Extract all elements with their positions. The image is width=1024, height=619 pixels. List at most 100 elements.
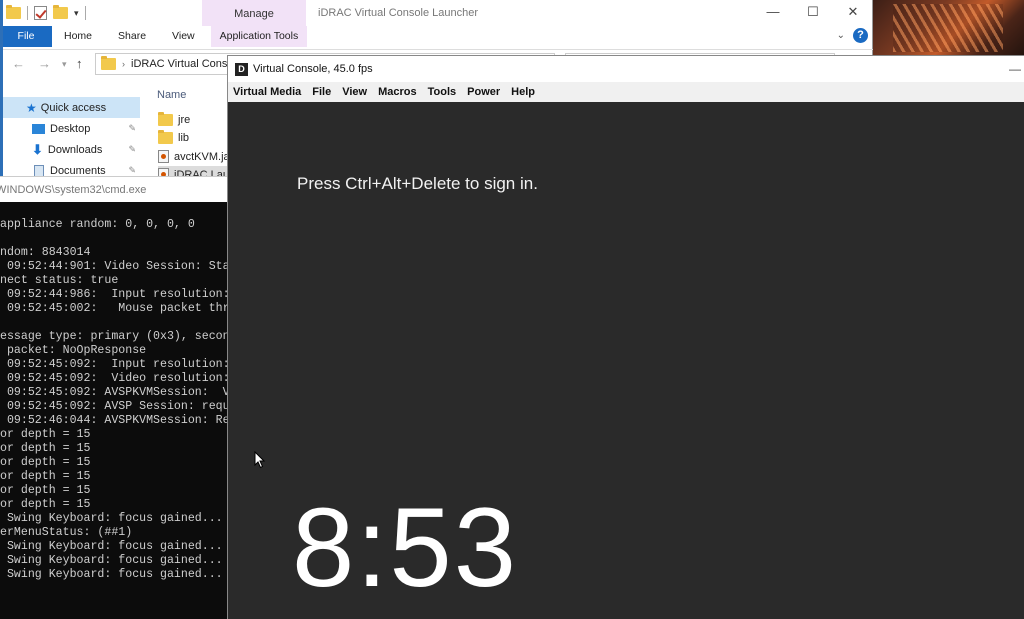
toolbar-divider (84, 6, 86, 20)
up-arrow-icon[interactable]: ↑ (76, 56, 83, 71)
console-line: 09:52:45:092: AVSPKVMSession: Video (6, 386, 228, 399)
mouse-cursor-icon (254, 451, 266, 469)
recent-locations-icon[interactable]: ▾ (62, 59, 67, 70)
nav-item-label: Desktop (50, 122, 91, 135)
virtual-console-window: D Virtual Console, 45.0 fps — Virtual Me… (227, 55, 1024, 619)
customize-toolbar-icon[interactable]: ▾ (74, 8, 79, 19)
console-line: Swing Keyboard: focus gained... (0, 554, 223, 567)
menu-help[interactable]: Help (506, 86, 541, 98)
jar-file-icon (158, 150, 169, 163)
console-line: nect status: true (0, 274, 119, 287)
idrac-app-icon: D (235, 62, 248, 76)
nav-item-label: Quick access (40, 101, 107, 114)
command-prompt-window: C:\WINDOWS\system32\cmd.exe appliance ra… (0, 176, 228, 619)
ribbon-right-controls: ⌄ ? (837, 28, 868, 43)
console-line: or depth = 15 (0, 442, 91, 455)
console-line: 09:52:46:044: AVSPKVMSession: Resize (6, 414, 228, 427)
tab-file[interactable]: File (0, 26, 52, 47)
file-name: avctKVM.jar (174, 150, 234, 163)
file-name: jre (178, 113, 191, 126)
list-item[interactable]: lib (158, 129, 189, 146)
tab-home[interactable]: Home (52, 26, 105, 47)
pin-icon: ✎ (128, 144, 136, 154)
tab-view[interactable]: View (159, 26, 208, 47)
tab-application-tools[interactable]: Application Tools (210, 26, 308, 47)
file-name: lib (178, 131, 190, 144)
menu-file[interactable]: File (307, 86, 337, 98)
minimize-icon[interactable]: — (753, 0, 793, 26)
nav-item-desktop[interactable]: Desktop ✎ (0, 118, 140, 139)
console-line: 09:52:45:092: Video resolution: 1024 (6, 372, 228, 385)
column-header-name[interactable]: Name (157, 89, 186, 101)
toolbar-divider (27, 6, 28, 20)
chevron-down-icon[interactable]: ⌄ (837, 30, 845, 41)
manage-contextual-tab[interactable]: Manage (202, 0, 306, 26)
background-window-edge (0, 0, 3, 200)
console-line: 09:52:44:986: Input resolution: 1024 (6, 288, 228, 301)
console-line: or depth = 15 (0, 484, 91, 497)
documents-icon (34, 164, 44, 177)
download-icon: ⬇ (32, 141, 43, 157)
menu-view[interactable]: View (337, 86, 373, 98)
console-line: appliance random: 0, 0, 0, 0 (0, 218, 195, 231)
minimize-icon[interactable]: — (1009, 62, 1021, 76)
console-line: 09:52:45:092: AVSP Session: request (0, 400, 228, 413)
console-line: 09:52:45:092: Input resolution: 1024 (6, 358, 228, 371)
menu-tools[interactable]: Tools (422, 86, 462, 98)
cmd-title: C:\WINDOWS\system32\cmd.exe (0, 184, 147, 196)
window-controls: — ☐ ✕ (753, 0, 873, 26)
console-line: 09:52:44:901: Video Session: Status (0, 260, 228, 273)
close-icon[interactable]: ✕ (833, 0, 873, 26)
lock-screen-clock: 8:53 (292, 485, 518, 610)
forward-arrow-icon[interactable]: → (38, 56, 51, 71)
breadcrumb-chevron-icon: › (122, 59, 125, 69)
tab-share[interactable]: Share (105, 26, 159, 47)
help-icon[interactable]: ? (853, 28, 868, 43)
quick-access-toolbar: ▾ (6, 0, 86, 26)
folder-icon (158, 129, 173, 144)
console-line: essage type: primary (0x3), secondary (0, 330, 228, 343)
new-folder-icon[interactable] (53, 5, 68, 19)
console-line: ndom: 8843014 (0, 246, 91, 259)
console-line: Swing Keyboard: focus gained... (0, 568, 223, 581)
nav-item-label: Downloads (47, 143, 103, 156)
pin-icon: ✎ (128, 123, 136, 133)
window-title: C:\WINDOWS\system32\cmd.exe (0, 176, 228, 202)
nav-item-label: Documents (50, 164, 106, 177)
lock-screen-prompt: Press Ctrl+Alt+Delete to sign in. (297, 174, 538, 193)
back-arrow-icon[interactable]: ← (12, 56, 25, 71)
console-line: or depth = 15 (0, 498, 91, 511)
window-title: iDRAC Virtual Console Launcher (318, 7, 478, 19)
menu-macros[interactable]: Macros (373, 86, 423, 98)
menu-bar: Virtual Media File View Macros Tools Pow… (228, 82, 1024, 102)
maximize-icon[interactable]: ☐ (793, 0, 833, 26)
console-line: 09:52:45:002: Mouse packet throttle (6, 302, 228, 315)
star-icon: ★ (26, 100, 37, 115)
pin-icon: ✎ (128, 165, 136, 175)
properties-icon[interactable] (34, 6, 47, 20)
nav-item-downloads[interactable]: ⬇ Downloads ✎ (0, 139, 140, 160)
console-line: or depth = 15 (0, 456, 91, 469)
menu-virtual-media[interactable]: Virtual Media (228, 86, 307, 98)
window-title: Virtual Console, 45.0 fps (253, 63, 373, 75)
nav-item-quick-access[interactable]: ★ Quick access (0, 97, 140, 118)
console-line: Swing Keyboard: focus gained... (0, 512, 223, 525)
folder-icon[interactable] (6, 5, 21, 19)
list-item[interactable]: avctKVM.jar (158, 148, 233, 165)
folder-icon (101, 56, 116, 70)
list-item[interactable]: jre (158, 111, 190, 128)
console-output[interactable]: appliance random: 0, 0, 0, 0 ndom: 884301… (0, 204, 228, 619)
folder-icon (158, 111, 173, 126)
remote-screen[interactable]: Press Ctrl+Alt+Delete to sign in. 8:53 (228, 102, 1024, 619)
console-line: packet: NoOpResponse (0, 344, 147, 357)
ribbon-tabs: File Home Share View Application Tools (0, 26, 873, 47)
menu-power[interactable]: Power (462, 86, 506, 98)
console-line: erMenuStatus: (##1) (0, 526, 133, 539)
console-line: Swing Keyboard: focus gained... (0, 540, 223, 553)
desktop-wallpaper (873, 0, 1024, 60)
console-line: or depth = 15 (0, 428, 91, 441)
title-bar: D Virtual Console, 45.0 fps — (228, 56, 1024, 82)
